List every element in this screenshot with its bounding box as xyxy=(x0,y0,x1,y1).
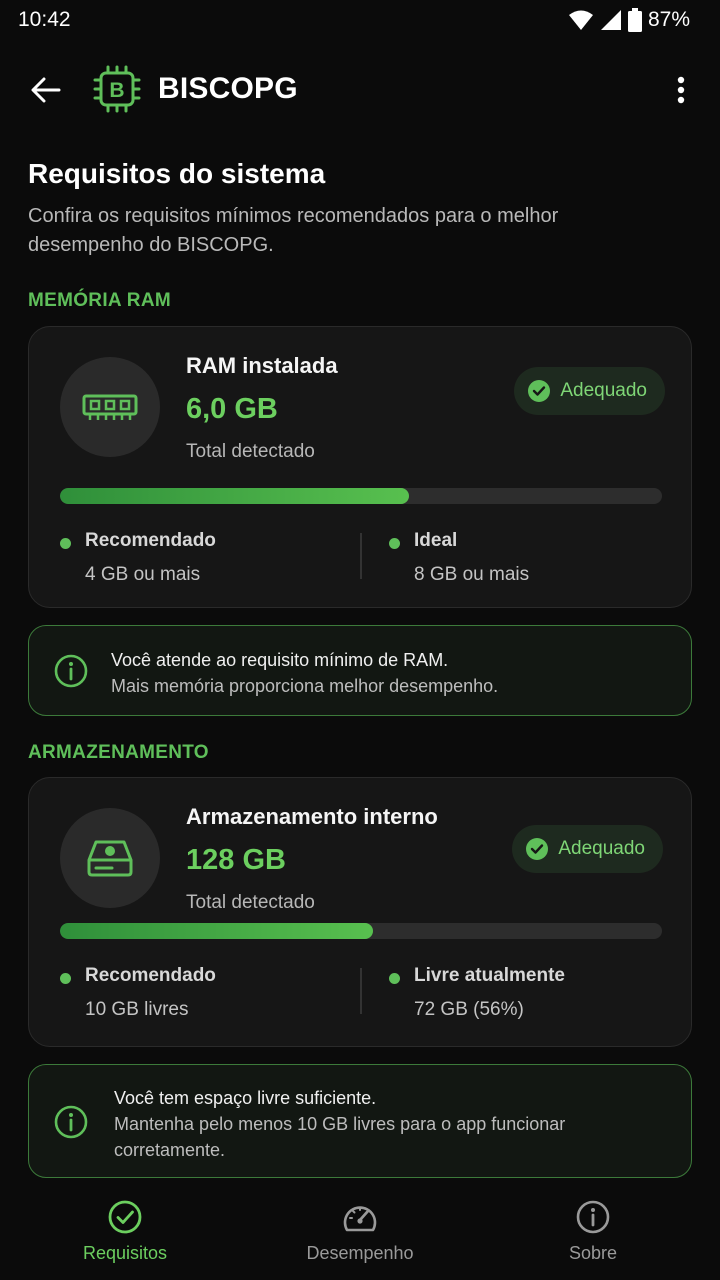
check-circle-icon xyxy=(528,380,551,402)
info-icon xyxy=(54,1105,88,1139)
speedometer-icon xyxy=(343,1206,377,1232)
back-button[interactable] xyxy=(22,68,70,112)
storage-stat-free-value: 72 GB (56%) xyxy=(414,999,524,1020)
storage-info-line1: Você tem espaço livre suficiente. xyxy=(114,1088,377,1108)
signal-icon xyxy=(600,10,621,30)
check-circle-icon xyxy=(108,1200,142,1234)
ram-info-banner: Você atende ao requisito mínimo de RAM. … xyxy=(28,625,692,716)
ram-stat-ideal-value: 8 GB ou mais xyxy=(414,564,530,585)
ram-icon-circle xyxy=(60,357,160,457)
bottom-navigation: Requisitos Desempenho Sobre xyxy=(0,1185,720,1280)
chip-icon: B xyxy=(93,65,141,113)
storage-subtitle: Total detectado xyxy=(186,892,315,913)
storage-stat-recommended-value: 10 GB livres xyxy=(85,999,189,1020)
storage-stat-free-label: Livre atualmente xyxy=(414,965,565,986)
nav-label-desempenho: Desempenho xyxy=(306,1243,414,1263)
app-title: BISCOPG xyxy=(158,72,298,105)
stat-divider xyxy=(360,968,362,1014)
info-icon xyxy=(54,654,88,688)
page-description: Confira os requisitos mínimos recomendad… xyxy=(28,205,559,256)
storage-stat-recommended-label: Recomendado xyxy=(85,965,216,986)
bullet-dot-icon xyxy=(60,538,71,549)
bullet-dot-icon xyxy=(389,973,400,984)
storage-card: Armazenamento interno 128 GB Total detec… xyxy=(28,777,692,1047)
nav-item-desempenho[interactable]: Desempenho xyxy=(260,1185,460,1275)
ram-stat-ideal-label: Ideal xyxy=(414,530,458,551)
storage-status-badge: Adequado xyxy=(512,825,663,873)
arrow-left-icon xyxy=(31,77,61,103)
nav-label-requisitos: Requisitos xyxy=(82,1243,168,1263)
status-icons: 87% xyxy=(568,8,690,32)
memory-icon xyxy=(82,394,138,420)
storage-card-title: Armazenamento interno xyxy=(186,804,438,829)
info-icon xyxy=(576,1200,610,1234)
ram-progress-fill xyxy=(60,488,410,504)
nav-label-sobre: Sobre xyxy=(568,1243,618,1263)
storage-value: 128 GB xyxy=(186,844,286,876)
storage-info-text: Você tem espaço livre suficiente. Manten… xyxy=(114,1085,667,1163)
bullet-dot-icon xyxy=(60,973,71,984)
storage-info-banner: Você tem espaço livre suficiente. Manten… xyxy=(28,1064,692,1178)
ram-progress-bar xyxy=(60,488,662,504)
ram-info-text: Você atende ao requisito mínimo de RAM. … xyxy=(111,647,667,699)
ram-card: RAM instalada 6,0 GB Total detectado Ade… xyxy=(28,326,692,608)
app-bar: B BISCOPG xyxy=(0,50,720,130)
more-options-button[interactable] xyxy=(666,70,696,110)
ram-status-badge: Adequado xyxy=(514,367,665,415)
storage-badge-label: Adequado xyxy=(558,838,645,859)
hard-drive-icon xyxy=(87,840,133,877)
page-title: Requisitos do sistema xyxy=(28,158,326,189)
status-time: 10:42 xyxy=(18,8,71,31)
nav-item-requisitos[interactable]: Requisitos xyxy=(25,1185,225,1275)
more-vertical-icon xyxy=(677,76,685,104)
storage-info-line2: Mantenha pelo menos 10 GB livres para o … xyxy=(114,1114,566,1160)
wifi-icon xyxy=(568,10,593,30)
storage-icon-circle xyxy=(60,808,160,908)
ram-info-line1: Você atende ao requisito mínimo de RAM. xyxy=(111,650,449,670)
section-label-ram: MEMÓRIA RAM xyxy=(28,290,171,311)
svg-text:B: B xyxy=(109,79,124,102)
storage-progress-fill xyxy=(60,923,374,939)
section-label-storage: ARMAZENAMENTO xyxy=(28,742,209,763)
ram-stat-recommended-value: 4 GB ou mais xyxy=(85,564,201,585)
status-bar: 10:42 87% xyxy=(0,0,720,40)
check-circle-icon xyxy=(526,838,549,860)
ram-stat-recommended-label: Recomendado xyxy=(85,530,216,551)
ram-badge-label: Adequado xyxy=(560,380,647,401)
ram-value: 6,0 GB xyxy=(186,393,278,425)
storage-progress-bar xyxy=(60,923,662,939)
bullet-dot-icon xyxy=(389,538,400,549)
ram-card-title: RAM instalada xyxy=(186,353,338,378)
stat-divider xyxy=(360,533,362,579)
nav-item-sobre[interactable]: Sobre xyxy=(493,1185,693,1275)
app-logo: B xyxy=(92,64,142,114)
battery-percent: 87% xyxy=(647,8,690,31)
ram-info-line2: Mais memória proporciona melhor desempen… xyxy=(111,676,499,696)
ram-subtitle: Total detectado xyxy=(186,441,315,462)
battery-icon xyxy=(627,8,642,32)
